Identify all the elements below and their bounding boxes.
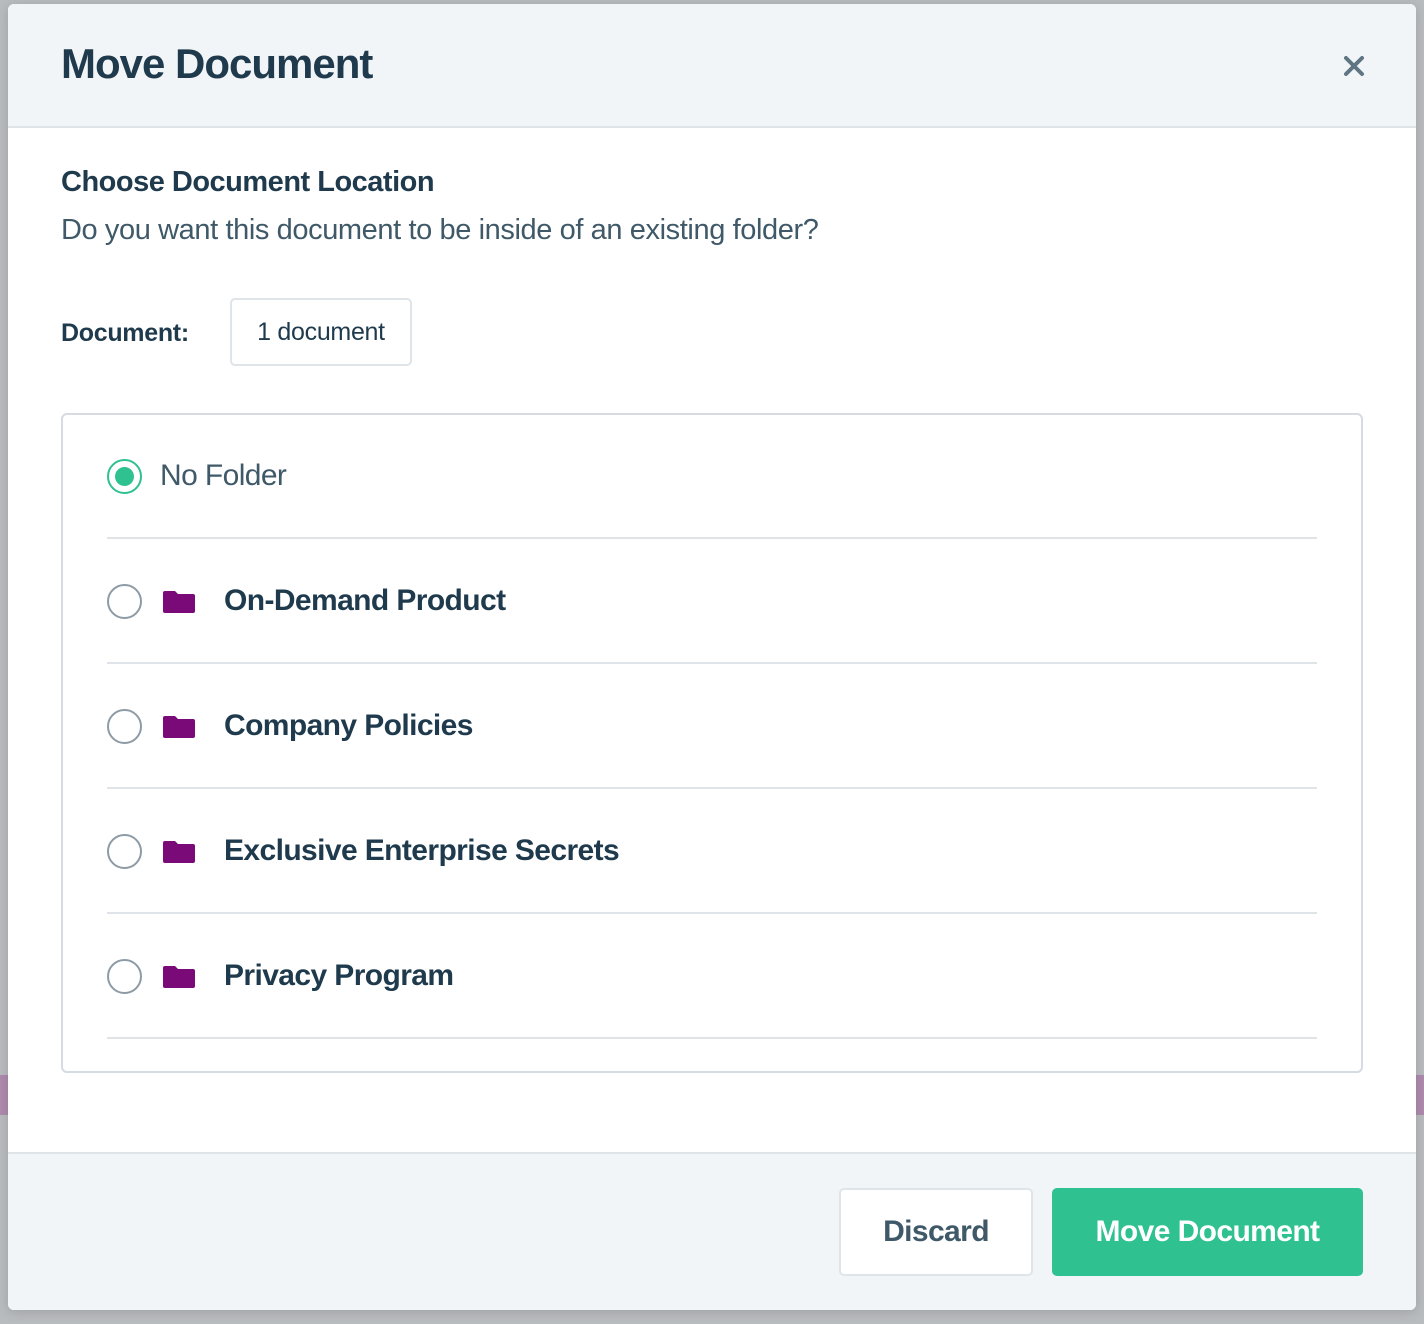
folder-option-label: Exclusive Enterprise Secrets xyxy=(224,834,620,867)
move-document-modal: Move Document Choose Document Location D… xyxy=(8,4,1416,1310)
radio-button-selected[interactable] xyxy=(107,458,142,494)
discard-button[interactable]: Discard xyxy=(839,1188,1033,1276)
section-subtitle: Do you want this document to be inside o… xyxy=(61,214,819,246)
section-title: Choose Document Location xyxy=(61,166,435,198)
folder-icon xyxy=(163,963,195,989)
folder-icon xyxy=(163,838,195,864)
move-document-button[interactable]: Move Document xyxy=(1052,1188,1363,1276)
folder-list: No Folder On-Demand Product Company Poli… xyxy=(61,413,1363,1073)
folder-option-label: No Folder xyxy=(160,459,287,492)
folder-option-company-policies[interactable]: Company Policies xyxy=(107,665,1317,789)
folder-icon xyxy=(163,713,195,739)
modal-footer: Discard Move Document xyxy=(8,1152,1416,1310)
folder-option-privacy-program[interactable]: Privacy Program xyxy=(107,915,1317,1039)
close-button[interactable] xyxy=(1336,48,1372,84)
folder-option-exclusive-enterprise-secrets[interactable]: Exclusive Enterprise Secrets xyxy=(107,790,1317,914)
folder-icon xyxy=(163,588,195,614)
radio-button[interactable] xyxy=(107,708,142,744)
radio-button[interactable] xyxy=(107,958,142,994)
folder-option-label: Privacy Program xyxy=(224,959,454,992)
folder-option-no-folder[interactable]: No Folder xyxy=(107,415,1317,539)
document-count-badge: 1 document xyxy=(230,298,412,366)
modal-header: Move Document xyxy=(8,4,1416,128)
document-label: Document: xyxy=(61,319,189,347)
folder-option-label: On-Demand Product xyxy=(224,584,506,617)
close-icon xyxy=(1344,56,1364,76)
folder-option-label: Company Policies xyxy=(224,709,473,742)
folder-option-on-demand-product[interactable]: On-Demand Product xyxy=(107,540,1317,664)
radio-button[interactable] xyxy=(107,833,142,869)
modal-title: Move Document xyxy=(61,40,373,87)
radio-button[interactable] xyxy=(107,583,142,619)
